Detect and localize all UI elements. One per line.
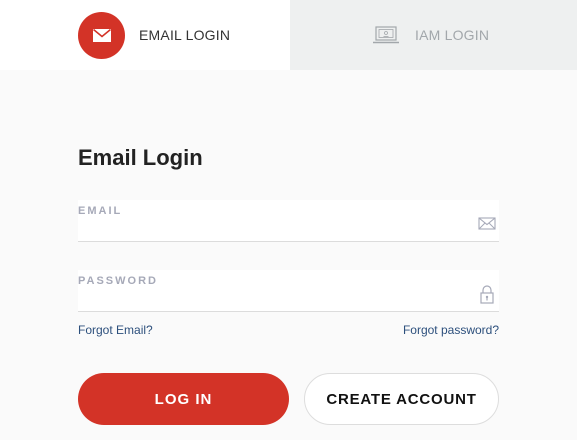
email-input[interactable]: [78, 200, 468, 241]
envelope-icon: [78, 11, 125, 59]
laptop-icon: [371, 24, 401, 46]
form-title: Email Login: [78, 145, 203, 170]
forgot-password-link[interactable]: Forgot password?: [403, 323, 499, 337]
create-account-button[interactable]: CREATE ACCOUNT: [304, 373, 499, 425]
envelope-outline-icon: [478, 214, 496, 232]
password-field: [78, 270, 499, 312]
lock-icon: [478, 284, 496, 304]
tab-iam-login-label: IAM LOGIN: [415, 27, 490, 43]
tab-email-login[interactable]: EMAIL LOGIN: [0, 0, 290, 70]
tab-email-login-label: EMAIL LOGIN: [139, 27, 231, 43]
tab-iam-login[interactable]: IAM LOGIN: [290, 0, 577, 70]
forgot-email-link[interactable]: Forgot Email?: [78, 323, 153, 337]
login-button[interactable]: LOG IN: [78, 373, 289, 425]
email-field: [78, 200, 499, 242]
password-input[interactable]: [78, 270, 468, 311]
login-tabs: EMAIL LOGIN IAM LOGIN: [0, 0, 577, 70]
